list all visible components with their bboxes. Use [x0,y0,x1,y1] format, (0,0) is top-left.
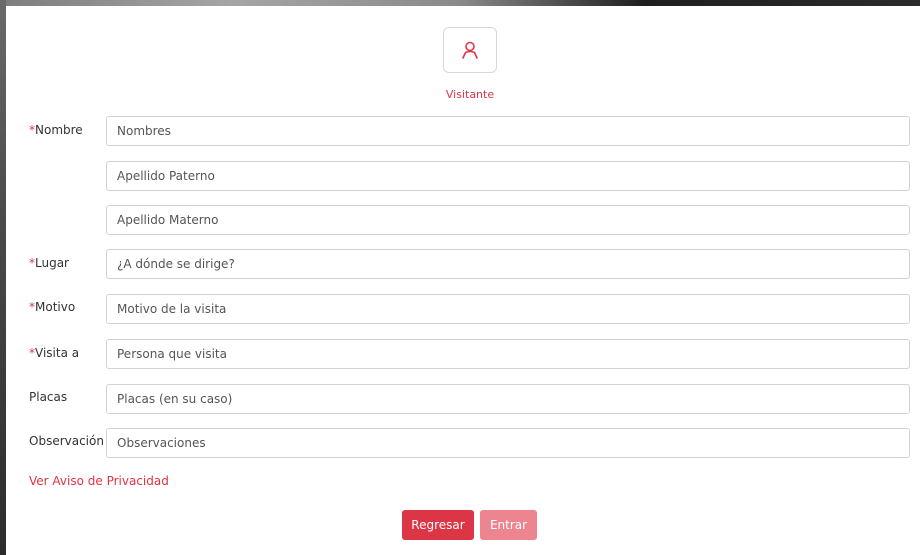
observacion-input[interactable] [106,428,910,458]
motivo-label-text: Motivo [35,300,76,314]
visita-input[interactable] [106,339,910,369]
observacion-label: Observación [29,434,104,448]
apellido-paterno-input[interactable] [106,161,910,191]
apellido-materno-input[interactable] [106,205,910,235]
privacy-notice-link[interactable]: Ver Aviso de Privacidad [29,474,169,488]
visitor-form-page: Visitante *Nombre *Lugar *Motivo *Visita… [0,0,920,555]
window-top-edge [0,0,920,6]
back-button[interactable]: Regresar [402,510,474,540]
avatar [443,27,497,73]
visita-label: *Visita a [29,346,79,360]
avatar-caption: Visitante [445,88,495,101]
placas-input[interactable] [106,384,910,414]
nombres-input[interactable] [106,116,910,146]
lugar-label-text: Lugar [35,256,69,270]
lugar-input[interactable] [106,249,910,279]
visita-label-text: Visita a [35,346,80,360]
lugar-label: *Lugar [29,256,69,270]
nombre-label: *Nombre [29,123,83,137]
motivo-input[interactable] [106,294,910,324]
enter-button[interactable]: Entrar [480,510,537,540]
window-left-edge [0,0,6,555]
motivo-label: *Motivo [29,300,75,314]
placas-label: Placas [29,390,68,404]
nombre-label-text: Nombre [35,123,83,137]
user-icon [462,41,478,59]
